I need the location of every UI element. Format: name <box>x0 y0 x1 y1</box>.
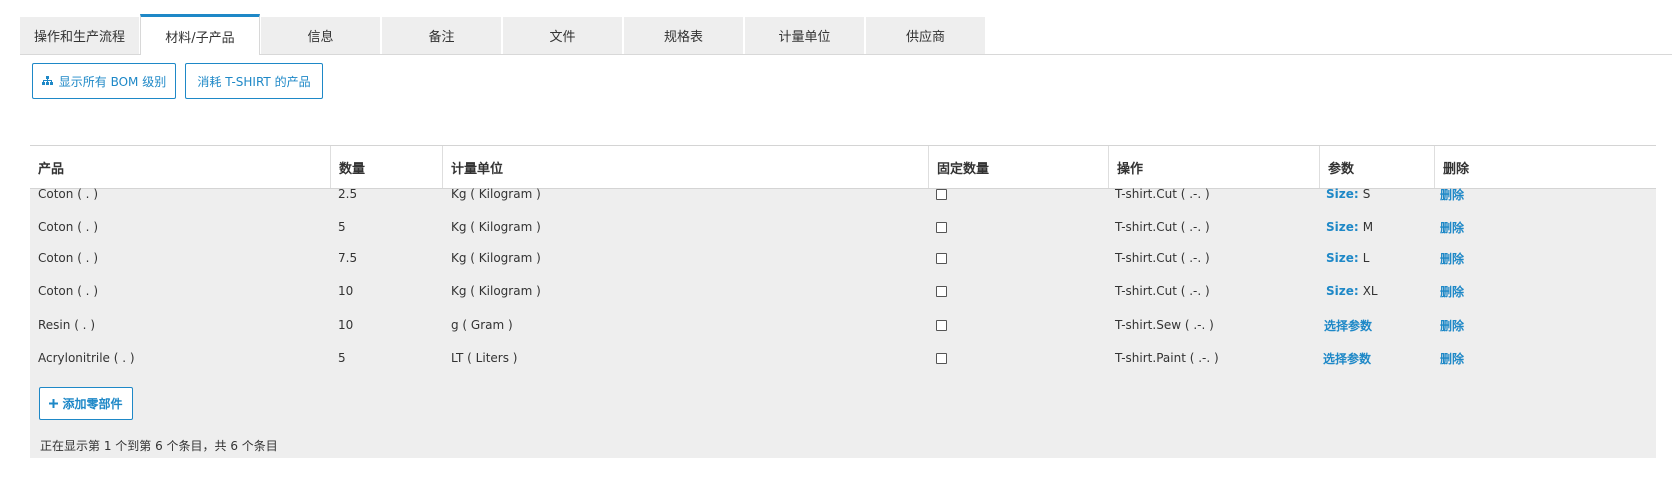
cell-fixed <box>928 274 947 308</box>
cell-fixed <box>928 341 947 375</box>
delete-link[interactable]: 删除 <box>1432 274 1464 308</box>
cell-quantity: 10 <box>338 284 354 298</box>
tab-bar: 操作和生产流程 材料/子产品 信息 备注 文件 规格表 计量单位 供应商 <box>20 14 1672 55</box>
cell-quantity: 2.5 <box>338 187 358 201</box>
cell-product: Coton ( . ) <box>38 187 98 201</box>
show-bom-levels-button[interactable]: 显示所有 BOM 级别 <box>32 63 176 99</box>
param-key[interactable]: Size: <box>1326 251 1359 265</box>
materials-table: 产品 数量 计量单位 固定数量 操作 参数 删除 Coton ( . ) 2.5… <box>30 145 1656 458</box>
param-value: M <box>1362 220 1374 234</box>
cell-fixed <box>928 308 947 342</box>
tab-spec-sheet[interactable]: 规格表 <box>624 17 744 54</box>
cell-quantity: 5 <box>338 351 346 365</box>
cell-parameters[interactable]: Size: S <box>1318 177 1370 211</box>
cell-parameters[interactable]: 选择参数 <box>1316 308 1376 342</box>
param-key[interactable]: Size: <box>1326 220 1359 234</box>
tab-suppliers[interactable]: 供应商 <box>866 17 986 54</box>
cell-uom: Kg ( Kilogram ) <box>451 220 541 234</box>
param-key[interactable]: Size: <box>1326 284 1359 298</box>
param-value: L <box>1362 251 1370 265</box>
delete-link[interactable]: 删除 <box>1432 177 1464 211</box>
cell-operation: T-shirt.Cut ( .-. ) <box>1115 220 1210 234</box>
table-row: Resin ( . ) 10 g ( Gram ) T-shirt.Sew ( … <box>30 308 1656 342</box>
tab-notes[interactable]: 备注 <box>382 17 502 54</box>
cell-parameters[interactable]: Size: XL <box>1318 274 1378 308</box>
select-parameters-link[interactable]: 选择参数 <box>1324 317 1372 334</box>
delete-link[interactable]: 删除 <box>1432 210 1464 244</box>
show-bom-levels-label: 显示所有 BOM 级别 <box>58 74 167 89</box>
cell-uom: Kg ( Kilogram ) <box>451 284 541 298</box>
cell-parameters[interactable]: Size: M <box>1318 210 1373 244</box>
table-row: Coton ( . ) 7.5 Kg ( Kilogram ) T-shirt.… <box>30 241 1656 275</box>
table-row: Acrylonitrile ( . ) 5 LT ( Liters ) T-sh… <box>30 341 1656 375</box>
fixed-quantity-checkbox[interactable] <box>936 319 947 331</box>
delete-link[interactable]: 删除 <box>1432 341 1464 375</box>
tab-files[interactable]: 文件 <box>503 17 623 54</box>
tab-operations[interactable]: 操作和生产流程 <box>20 17 140 54</box>
add-component-label: 添加零部件 <box>62 397 123 411</box>
consuming-products-label: 消耗 T-SHIRT 的产品 <box>197 74 311 89</box>
cell-operation: T-shirt.Cut ( .-. ) <box>1115 284 1210 298</box>
table-row: Coton ( . ) 10 Kg ( Kilogram ) T-shirt.C… <box>30 274 1656 308</box>
table-row: Coton ( . ) 5 Kg ( Kilogram ) T-shirt.Cu… <box>30 210 1656 244</box>
cell-quantity: 10 <box>338 318 354 332</box>
param-key[interactable]: Size: <box>1326 187 1359 201</box>
fixed-quantity-checkbox[interactable] <box>936 221 947 233</box>
tab-uom[interactable]: 计量单位 <box>745 17 865 54</box>
cell-fixed <box>928 177 947 211</box>
consuming-products-button[interactable]: 消耗 T-SHIRT 的产品 <box>185 63 323 99</box>
table-row: Coton ( . ) 2.5 Kg ( Kilogram ) T-shirt.… <box>30 177 1656 211</box>
cell-fixed <box>928 241 947 275</box>
cell-operation: T-shirt.Cut ( .-. ) <box>1115 251 1210 265</box>
cell-product: Resin ( . ) <box>38 318 95 332</box>
sitemap-icon <box>41 76 53 86</box>
cell-quantity: 5 <box>338 220 346 234</box>
cell-parameters[interactable]: 选择参数 <box>1315 341 1375 375</box>
fixed-quantity-checkbox[interactable] <box>936 285 947 297</box>
param-value: S <box>1362 187 1371 201</box>
delete-link[interactable]: 删除 <box>1432 241 1464 275</box>
fixed-quantity-checkbox[interactable] <box>936 252 947 264</box>
add-component-button[interactable]: 添加零部件 <box>39 387 133 420</box>
cell-uom: Kg ( Kilogram ) <box>451 251 541 265</box>
cell-product: Acrylonitrile ( . ) <box>38 351 135 365</box>
delete-link[interactable]: 删除 <box>1432 308 1464 342</box>
cell-product: Coton ( . ) <box>38 284 98 298</box>
cell-parameters[interactable]: Size: L <box>1318 241 1369 275</box>
param-value: XL <box>1362 284 1378 298</box>
cell-uom: g ( Gram ) <box>451 318 513 332</box>
cell-operation: T-shirt.Cut ( .-. ) <box>1115 187 1210 201</box>
cell-product: Coton ( . ) <box>38 251 98 265</box>
cell-uom: LT ( Liters ) <box>451 351 518 365</box>
cell-operation: T-shirt.Paint ( .-. ) <box>1115 351 1219 365</box>
cell-fixed <box>928 210 947 244</box>
table-info-summary: 正在显示第 1 个到第 6 个条目，共 6 个条目 <box>40 439 278 453</box>
tab-info[interactable]: 信息 <box>261 17 381 54</box>
cell-uom: Kg ( Kilogram ) <box>451 187 541 201</box>
fixed-quantity-checkbox[interactable] <box>936 188 947 200</box>
cell-product: Coton ( . ) <box>38 220 98 234</box>
cell-operation: T-shirt.Sew ( .-. ) <box>1115 318 1214 332</box>
cell-quantity: 7.5 <box>338 251 358 265</box>
fixed-quantity-checkbox[interactable] <box>936 352 947 364</box>
plus-icon <box>49 397 59 411</box>
select-parameters-link[interactable]: 选择参数 <box>1323 350 1371 367</box>
tab-materials[interactable]: 材料/子产品 <box>140 14 260 55</box>
